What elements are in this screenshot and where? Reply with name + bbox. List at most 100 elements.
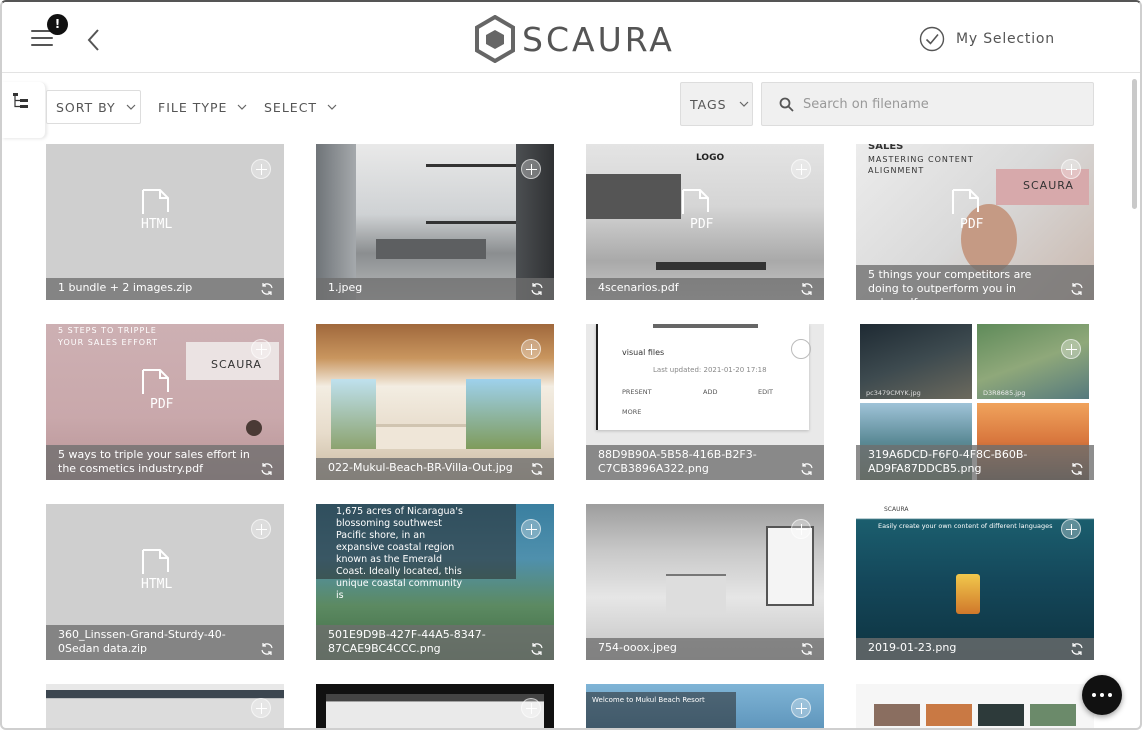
thumb-sales-text: SALES <box>868 144 904 152</box>
thumbnail <box>316 324 554 480</box>
thumb-line1: MASTERING CONTENT <box>868 155 974 164</box>
add-to-selection-icon[interactable] <box>521 698 541 718</box>
search-box[interactable] <box>761 82 1094 126</box>
thumb-more: MORE <box>622 408 642 416</box>
menu-icon[interactable] <box>31 30 53 48</box>
logo-text: SCAURA <box>522 19 675 59</box>
sync-icon[interactable] <box>800 642 814 656</box>
add-to-selection-icon[interactable] <box>251 159 271 179</box>
sync-icon[interactable] <box>800 282 814 296</box>
add-to-selection-icon[interactable] <box>521 519 541 539</box>
asset-tile[interactable]: HTML 1 bundle + 2 images.zip <box>46 144 284 300</box>
asset-tile[interactable]: 1.jpeg <box>316 144 554 300</box>
asset-tile[interactable]: SCAURA Easily create your own content of… <box>856 504 1094 660</box>
sync-icon[interactable] <box>260 642 274 656</box>
file-type-label: FILE TYPE <box>158 99 228 115</box>
tile-caption: 5 ways to triple your sales effort in th… <box>46 445 284 480</box>
add-to-selection-icon[interactable] <box>521 159 541 179</box>
my-selection-button[interactable]: My Selection <box>919 26 1055 52</box>
chevron-down-icon <box>237 104 247 110</box>
sync-icon[interactable] <box>530 642 544 656</box>
tile-caption: 2019-01-23.png <box>856 638 1094 660</box>
more-options-button[interactable] <box>1082 675 1122 715</box>
thumb-line2: YOUR SALES EFFORT <box>58 338 158 347</box>
thumb-headline: Easily create your own content of differ… <box>878 522 1053 530</box>
asset-tile[interactable]: Welcome to Mukul Beach Resort <box>586 684 824 728</box>
asset-tile[interactable]: 5 STEPS TO TRIPPLE YOUR SALES EFFORT SCA… <box>46 324 284 480</box>
add-to-selection-icon[interactable] <box>1061 339 1081 359</box>
search-input[interactable] <box>803 96 1073 112</box>
sync-icon[interactable] <box>1070 642 1084 656</box>
my-selection-label: My Selection <box>956 31 1055 47</box>
sync-icon[interactable] <box>530 282 544 296</box>
pdf-file-icon: PDF <box>952 189 984 232</box>
pdf-label: PDF <box>690 217 714 232</box>
sort-by-dropdown[interactable]: SORT BY <box>46 90 141 124</box>
thumb-brand: SCAURA <box>1023 179 1074 192</box>
sync-icon[interactable] <box>530 462 544 476</box>
asset-tile[interactable]: visual files Last updated: 2021-01-20 17… <box>586 324 824 480</box>
thumb-add: ADD <box>703 388 718 396</box>
pdf-label: PDF <box>150 397 174 412</box>
add-to-selection-icon[interactable] <box>1061 159 1081 179</box>
pdf-file-icon: PDF <box>682 189 714 232</box>
dot-icon <box>1108 693 1112 697</box>
sync-icon[interactable] <box>1070 462 1084 476</box>
add-to-selection-icon[interactable] <box>791 339 811 359</box>
asset-tile[interactable]: 754-ooox.jpeg <box>586 504 824 660</box>
thumb-text-block: 1,675 acres of Nicaragua's blossoming so… <box>336 506 463 601</box>
asset-tile[interactable]: pc3479CMYK.jpg D3R8685.jpg 319A6DCD-F6F0… <box>856 324 1094 480</box>
asset-tile[interactable]: 022-Mukul-Beach-BR-Villa-Out.jpg <box>316 324 554 480</box>
add-to-selection-icon[interactable] <box>791 519 811 539</box>
sync-icon[interactable] <box>260 462 274 476</box>
top-header: ! SCAURA My Selection <box>2 2 1140 73</box>
pdf-file-icon: PDF <box>142 369 174 412</box>
add-to-selection-icon[interactable] <box>251 339 271 359</box>
thumb-title: Welcome to Mukul Beach Resort <box>592 696 705 704</box>
scaura-logo[interactable]: SCAURA <box>474 14 675 64</box>
back-arrow-icon[interactable] <box>84 28 104 52</box>
add-to-selection-icon[interactable] <box>251 519 271 539</box>
check-circle-icon <box>919 26 945 52</box>
sync-icon[interactable] <box>260 282 274 296</box>
file-type-dropdown[interactable]: FILE TYPE <box>158 90 247 124</box>
app-window: ! SCAURA My Selection SORT BY FILE TYPE … <box>0 0 1142 730</box>
asset-tile[interactable]: SALES MASTERING CONTENT ALIGNMENT SCAURA… <box>856 144 1094 300</box>
thumb-title: visual files <box>622 348 665 357</box>
logo-hexagon-icon <box>475 15 515 63</box>
add-to-selection-icon[interactable] <box>251 698 271 718</box>
notification-badge[interactable]: ! <box>47 14 68 35</box>
tile-caption: 501E9D9B-427F-44A5-8347-87CAE9BC4CCC.png <box>316 625 554 660</box>
asset-tile[interactable] <box>856 684 1094 728</box>
sync-icon[interactable] <box>800 462 814 476</box>
tile-caption: 5 things your competitors are doing to o… <box>856 265 1094 300</box>
add-to-selection-icon[interactable] <box>791 698 811 718</box>
dot-icon <box>1092 693 1096 697</box>
thumb-line1: 5 STEPS TO TRIPPLE <box>58 326 157 335</box>
thumb-logo-text: LOGO <box>696 153 725 163</box>
scrollbar-thumb[interactable] <box>1132 79 1137 209</box>
asset-tile[interactable]: HTML 360_Linssen-Grand-Sturdy-40-0Sedan … <box>46 504 284 660</box>
tile-caption: 022-Mukul-Beach-BR-Villa-Out.jpg <box>316 458 554 480</box>
select-dropdown[interactable]: SELECT <box>264 90 337 124</box>
html-label: HTML <box>141 577 172 592</box>
pdf-label: PDF <box>960 217 984 232</box>
tile-caption: 88D9B90A-5B58-416B-B2F3-C7CB3896A322.png <box>586 445 824 480</box>
asset-tile[interactable]: 1,675 acres of Nicaragua's blossoming so… <box>316 504 554 660</box>
chevron-down-icon <box>327 104 337 110</box>
add-to-selection-icon[interactable] <box>521 339 541 359</box>
thumb-line2: ALIGNMENT <box>868 166 925 175</box>
thumb-updated: Last updated: 2021-01-20 17:18 <box>653 366 767 374</box>
asset-tile[interactable] <box>316 684 554 728</box>
add-to-selection-icon[interactable] <box>1061 519 1081 539</box>
tags-dropdown[interactable]: TAGS <box>680 82 753 126</box>
thumb-edit: EDIT <box>758 388 773 396</box>
asset-tile[interactable] <box>46 684 284 728</box>
add-to-selection-icon[interactable] <box>791 159 811 179</box>
sync-icon[interactable] <box>1070 282 1084 296</box>
thumb-photo-b: D3R8685.jpg <box>983 389 1026 397</box>
select-label: SELECT <box>264 99 318 115</box>
folder-tree-toggle[interactable] <box>2 82 46 138</box>
asset-tile[interactable]: LOGO PDF 4scenarios.pdf <box>586 144 824 300</box>
thumb-brand: SCAURA <box>884 506 909 513</box>
